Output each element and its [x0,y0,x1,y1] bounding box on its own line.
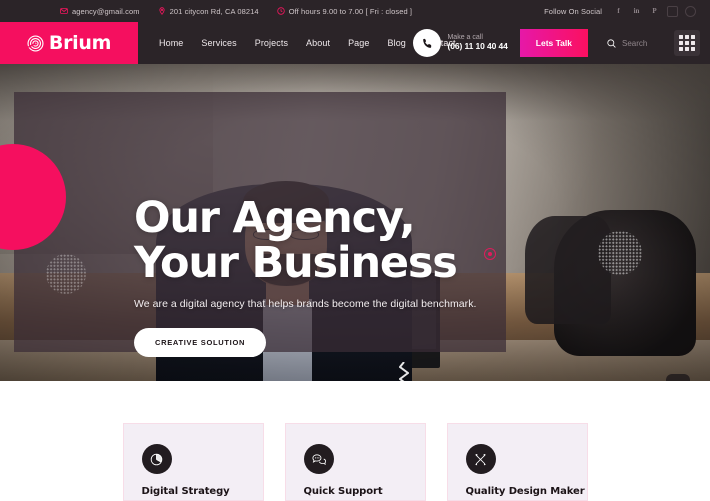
hero-title: Our Agency, Your Business [134,196,554,285]
services-section: Digital Strategy Quick Support Quality D… [0,381,710,501]
follow-label: Follow On Social [544,6,602,16]
dribbble-icon[interactable] [685,5,696,17]
decorative-dot-circle-right [598,231,642,275]
hero-title-line-2: Your Business [134,237,458,288]
logo[interactable]: Brium [0,22,138,64]
address-contact[interactable]: 201 citycon Rd, CA 08214 [158,7,259,16]
envelope-icon [60,7,68,15]
header-actions: Make a call (06) 11 10 40 44 Lets Talk [413,22,710,64]
nav-item-home[interactable]: Home [150,38,192,48]
hours-info: Off hours 9.00 to 7.00 [ Fri : closed ] [277,7,412,16]
search-icon[interactable] [606,38,617,49]
grid-dot [691,35,695,39]
creative-solution-button[interactable]: CREATIVE SOLUTION [134,328,267,358]
nav-item-page[interactable]: Page [339,38,378,48]
arrow-right-icon [673,381,684,382]
grid-dot [679,35,683,39]
top-bar: agency@gmail.com 201 citycon Rd, CA 0821… [0,0,710,22]
hero-title-line-1: Our Agency, [134,193,416,243]
spiral-target-icon [27,34,44,52]
map-pin-icon [158,7,166,15]
slider-next-button[interactable] [666,374,690,381]
service-card-title: Digital Strategy [141,486,230,497]
social-group: Follow On Social f in P [544,5,696,17]
nav-item-about[interactable]: About [297,38,339,48]
service-card-digital-strategy[interactable]: Digital Strategy [122,423,264,501]
hours-text: Off hours 9.00 to 7.00 [ Fri : closed ] [288,6,413,16]
instagram-icon[interactable] [667,5,678,17]
facebook-icon[interactable]: f [613,6,624,17]
search-input[interactable] [622,38,664,48]
grid-dot [679,47,683,51]
email-text: agency@gmail.com [72,6,140,16]
pen-ruler-icon [465,444,496,474]
phone-icon [413,29,442,57]
grid-dot [691,41,695,45]
call-block[interactable]: Make a call (06) 11 10 40 44 [413,29,508,57]
service-card-quality-design-maker[interactable]: Quality Design Maker [446,423,588,501]
linkedin-icon[interactable]: in [631,6,642,17]
top-bar-contact-group: agency@gmail.com 201 citycon Rd, CA 0821… [60,7,412,16]
hero-slider: Our Agency, Your Business We are a digit… [0,64,710,381]
slider-navigation [666,374,690,381]
decorative-zigzag [399,362,409,381]
service-card-quick-support[interactable]: Quick Support [284,423,426,501]
logo-text: Brium [48,32,112,54]
grid-dot [685,41,689,45]
grid-dot [691,47,695,51]
email-contact[interactable]: agency@gmail.com [60,7,140,16]
site-header: Brium Home Services Projects About Page … [0,22,710,64]
clock-icon [277,7,285,15]
nav-item-services[interactable]: Services [192,38,245,48]
lets-talk-button[interactable]: Lets Talk [519,29,588,57]
grid-dot [679,41,683,45]
chat-bubbles-icon [303,444,334,474]
grid-dot [685,47,689,51]
service-card-title: Quick Support [303,486,383,497]
hero-subtitle: We are a digital agency that helps brand… [134,298,477,311]
apps-grid-icon[interactable] [674,30,700,56]
nav-item-projects[interactable]: Projects [246,38,297,48]
service-card-title: Quality Design Maker [465,486,585,497]
pinterest-icon[interactable]: P [649,6,660,17]
pie-chart-icon [141,444,172,474]
grid-dot [685,35,689,39]
call-texts: Make a call (06) 11 10 40 44 [447,34,507,52]
nav-item-blog[interactable]: Blog [379,38,415,48]
hero-content: Our Agency, Your Business We are a digit… [134,196,554,358]
address-text: 201 citycon Rd, CA 08214 [169,6,259,16]
call-number: (06) 11 10 40 44 [447,41,508,52]
search-box[interactable] [606,38,664,49]
decorative-dot-circle-left [46,254,86,294]
